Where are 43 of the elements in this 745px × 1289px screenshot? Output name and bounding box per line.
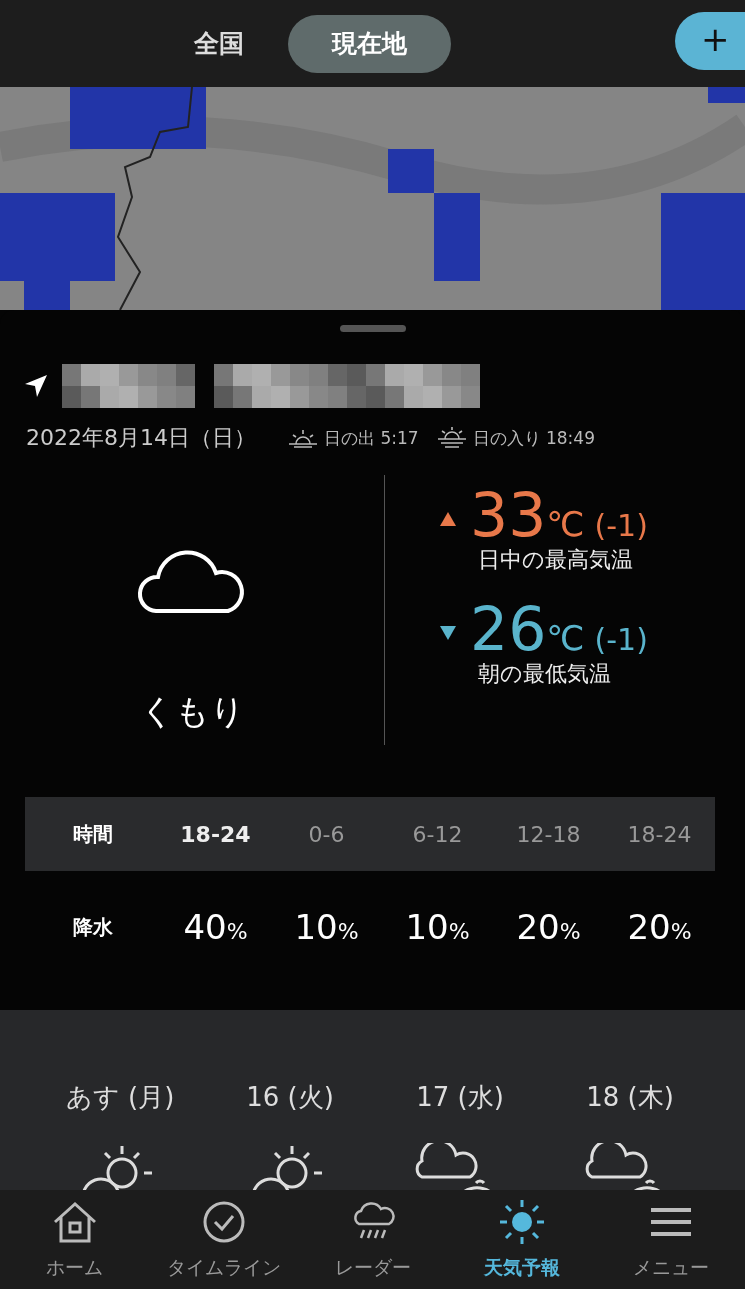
add-button[interactable]: + bbox=[675, 12, 745, 70]
sunrise-icon bbox=[288, 428, 318, 448]
temperature-label: 日中の最高気温 bbox=[478, 546, 634, 574]
row-header: 降水 bbox=[25, 871, 160, 983]
sunrise-time: 日の出 5:17 bbox=[324, 426, 419, 450]
location-arrow-icon bbox=[24, 374, 48, 398]
temperature-value: 33 bbox=[470, 485, 547, 545]
menu-icon bbox=[648, 1207, 693, 1237]
time-slot: 12-18 bbox=[493, 797, 604, 871]
temperature-label: 朝の最低気温 bbox=[478, 660, 612, 688]
precipitation-value: 20% bbox=[493, 871, 604, 983]
region-tab[interactable]: 現在地 bbox=[288, 14, 451, 73]
row-header: 時間 bbox=[25, 797, 160, 871]
precipitation-value: 10% bbox=[271, 871, 382, 983]
precipitation-value: 10% bbox=[382, 871, 493, 983]
temperature-unit: ℃ bbox=[546, 618, 585, 658]
checkmark-circle-icon bbox=[201, 1200, 246, 1244]
temperature-value: 26 bbox=[470, 599, 547, 659]
nav-tab[interactable]: メニュー bbox=[596, 1190, 745, 1289]
sunset-icon bbox=[436, 427, 467, 449]
weather-label: くもり bbox=[139, 690, 245, 733]
time-slot: 18-24 bbox=[604, 797, 715, 871]
forecast-day: あす (月) bbox=[65, 1080, 175, 1115]
temperature-difference: (-1) bbox=[594, 508, 648, 543]
region-tab[interactable]: 全国 bbox=[150, 14, 288, 73]
forecast-day: 16 (火) bbox=[246, 1080, 334, 1115]
temperature-difference: (-1) bbox=[594, 622, 648, 657]
drag-handle[interactable] bbox=[339, 325, 406, 332]
nav-tab[interactable]: 天気予報 bbox=[447, 1190, 596, 1289]
time-slot: 0-6 bbox=[271, 797, 382, 871]
nav-tab[interactable]: タイムライン bbox=[149, 1190, 298, 1289]
sun-icon bbox=[497, 1198, 546, 1246]
forecast-day: 18 (木) bbox=[586, 1080, 674, 1115]
nav-tab[interactable]: ホーム bbox=[0, 1190, 149, 1289]
precipitation-value: 40% bbox=[160, 871, 271, 983]
nav-tab[interactable]: レーダー bbox=[298, 1190, 447, 1289]
time-slot: 18-24 bbox=[160, 797, 271, 871]
time-slot: 6-12 bbox=[382, 797, 493, 871]
precipitation-value: 20% bbox=[604, 871, 715, 983]
temperature-unit: ℃ bbox=[546, 504, 585, 544]
forecast-day: 17 (水) bbox=[416, 1080, 504, 1115]
sunset-time: 日の入り 18:49 bbox=[472, 426, 595, 450]
date-text: 2022年8月14日（日） bbox=[26, 424, 256, 452]
